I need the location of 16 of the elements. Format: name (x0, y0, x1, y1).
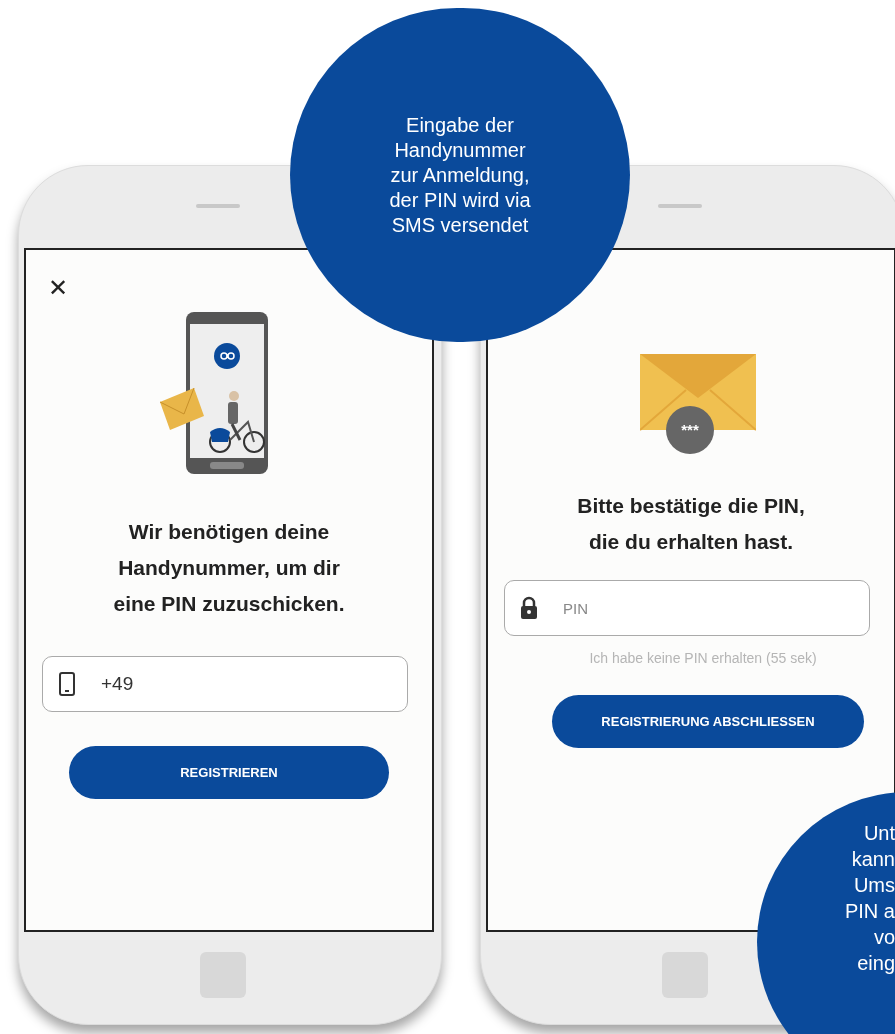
heading: Wir benötigen deine Handynummer, um dir eine PIN zuzuschicken. (112, 519, 346, 617)
envelope-icon (640, 354, 756, 434)
phone-number-field[interactable]: +49 (42, 656, 408, 712)
callout-text: Eingabe der Handynummer zur Anmeldung, der PIN wird via SMS versendet (389, 112, 531, 238)
register-button[interactable]: REGISTRIEREN (69, 746, 389, 799)
heading: Bitte bestätige die PIN, die du erhalten hast. (576, 493, 806, 555)
complete-registration-button[interactable]: REGISTRIERUNG ABSCHLIESSEN (552, 695, 864, 748)
resend-hint: Ich habe keine PIN erhalten (55 sek) (589, 649, 817, 668)
phone-speaker (196, 204, 240, 208)
lock-icon (520, 596, 538, 620)
pin-badge: *** (666, 406, 714, 454)
close-button[interactable]: ✕ (48, 276, 68, 300)
phone-speaker (658, 204, 702, 208)
phone-icon (58, 672, 76, 696)
callout-text: Unt kann Ums PIN a vo eing (843, 821, 895, 976)
pin-field[interactable]: PIN (504, 580, 870, 636)
